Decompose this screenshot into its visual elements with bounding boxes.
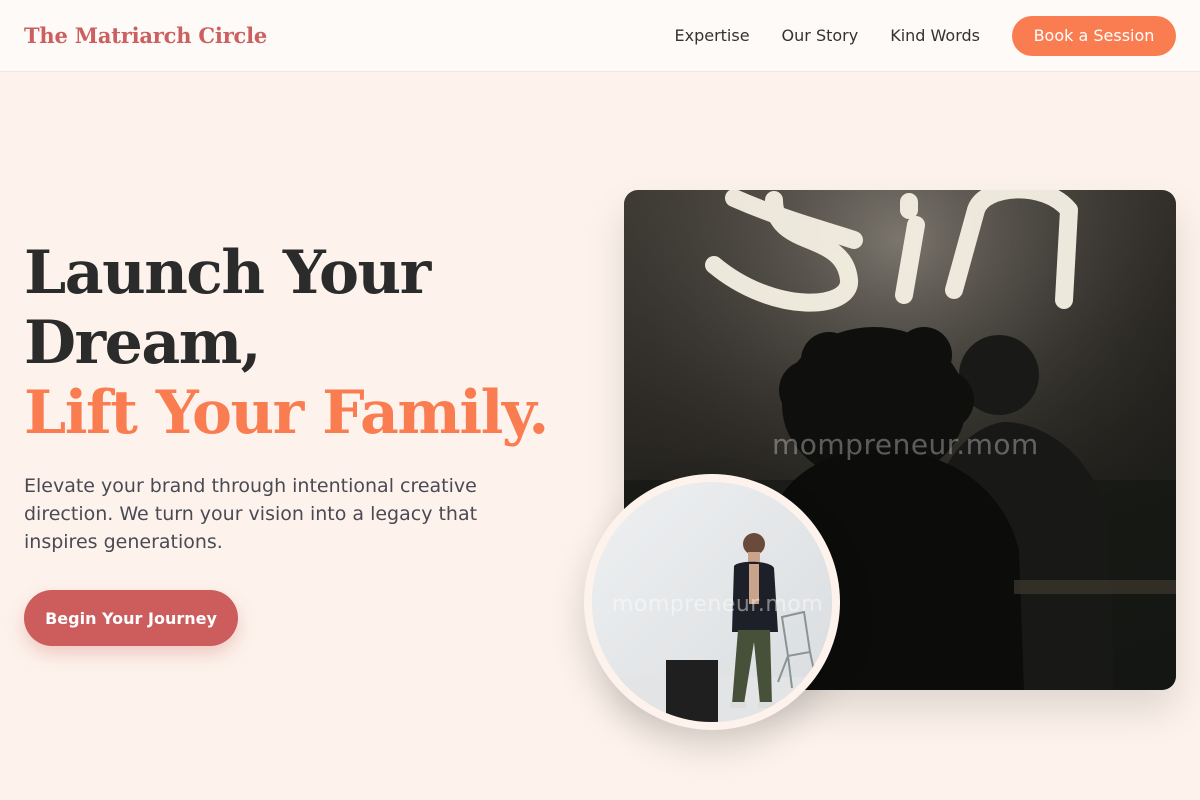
main-nav: Expertise Our Story Kind Words [674, 26, 980, 45]
headline-line-2: Dream, [24, 308, 262, 378]
headline-line-1: Launch Your [24, 238, 431, 308]
hero-round-photo-frame: mompreneur.mom [584, 474, 840, 730]
round-photo-watermark: mompreneur.mom [612, 592, 824, 617]
nav-link-our-story[interactable]: Our Story [782, 26, 859, 45]
main-photo-watermark: mompreneur.mom [772, 428, 1039, 461]
book-session-button[interactable]: Book a Session [1012, 15, 1176, 56]
nav-link-expertise[interactable]: Expertise [674, 26, 749, 45]
hero-round-photo: mompreneur.mom [592, 482, 832, 722]
nav-link-kind-words[interactable]: Kind Words [890, 26, 980, 45]
site-header: The Matriarch Circle Expertise Our Story… [0, 0, 1200, 72]
headline-accent: Lift Your Family. [24, 378, 549, 448]
hero-subtext: Elevate your brand through intentional c… [24, 475, 478, 553]
hero-headline: Launch Your Dream, Lift Your Family. [24, 238, 584, 448]
hero-section: Launch Your Dream, Lift Your Family. Ele… [24, 238, 584, 646]
brand-logo[interactable]: The Matriarch Circle [24, 23, 267, 48]
begin-journey-button[interactable]: Begin Your Journey [24, 590, 238, 646]
